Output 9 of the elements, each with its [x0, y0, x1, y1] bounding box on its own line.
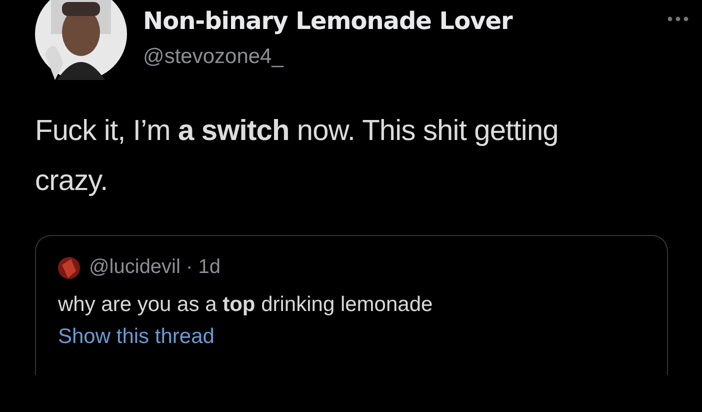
show-thread-link[interactable]: Show this thread: [58, 325, 214, 349]
avatar-icon: [58, 256, 80, 278]
author-name[interactable]: Non-binary Lemonade Lover: [143, 7, 651, 35]
author-handle: @stevozone4_: [143, 45, 285, 69]
more-icon[interactable]: [667, 16, 689, 22]
tweet-text: Fuck it, I’m a switch now. This shit getting crazy.: [35, 114, 560, 199]
quoted-text: why are you as a top drinking lemonade: [58, 293, 434, 317]
quoted-byline: @lucidevil · 1d: [89, 256, 220, 279]
quoted-tweet-card[interactable]: @lucidevil · 1d why are you as a top drinking lemonade Show this thread: [35, 235, 668, 375]
